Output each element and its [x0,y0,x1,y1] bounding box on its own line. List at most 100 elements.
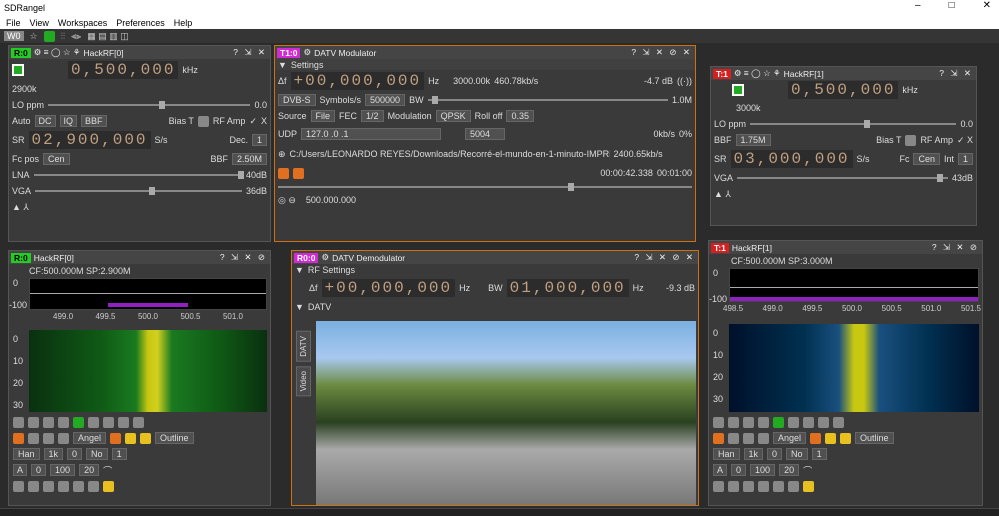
spec0-waterfall[interactable] [29,330,267,412]
range-input[interactable]: 100 [50,464,76,476]
fft-size-select[interactable]: 1k [743,448,764,460]
gear-icon[interactable]: ⚙ [321,252,329,263]
pause-icon[interactable] [713,480,724,492]
ruler-icon[interactable] [773,480,784,492]
minimize-button[interactable]: – [915,0,921,11]
dec-select[interactable]: 1 [251,134,267,146]
dot-icon[interactable] [133,416,144,428]
file-open-icon[interactable]: ⊕ [278,149,286,160]
tx1-frequency[interactable]: 0,500,000 [788,81,899,99]
fft-window-select[interactable]: Han [713,448,740,460]
square-icon[interactable] [758,416,769,428]
modulation-select[interactable]: QPSK [435,110,471,122]
symbols-input[interactable]: 500000 [365,94,406,106]
seek-slider[interactable] [278,183,692,191]
vga-slider[interactable] [35,187,242,195]
antenna-icon[interactable]: ⫶⫶ [61,31,66,42]
outline-select[interactable]: Outline [155,432,194,444]
rfamp-checkbox[interactable]: ✓ [249,116,257,127]
dot-icon[interactable] [818,416,829,428]
spec1-waterfall[interactable] [729,324,979,412]
close-icon[interactable] [743,416,754,428]
tx0-frequency[interactable]: +00,000,000 [290,72,425,90]
standard-select[interactable]: DVB-S [278,94,316,106]
menu-view[interactable]: View [30,18,49,28]
signal-icon[interactable] [43,480,54,492]
avg-count-select[interactable]: 1 [811,448,827,460]
3d-icon[interactable] [840,432,852,444]
add-rx-icon[interactable] [43,30,55,42]
curve-icon[interactable]: ⌒ [103,464,112,477]
start-button[interactable] [12,64,24,76]
udp-ip-input[interactable]: 127.0 .0 .1 [301,128,442,140]
horizontal-scrollbar[interactable] [0,508,999,516]
tx1-fc-select[interactable]: Cen [913,153,940,165]
pause-icon[interactable] [13,480,24,492]
palette-icon[interactable] [58,432,69,444]
fps-select[interactable]: 20 [79,464,100,476]
target-icon[interactable] [758,480,769,492]
settings-icon[interactable]: ⚙ ≡ ◯ ☆ ⚘ [734,68,781,79]
spectrum-icon[interactable]: ▲ ⅄ [12,202,29,213]
maximize-button[interactable]: □ [949,0,955,11]
rx0-frequency[interactable]: 0,500,000 [68,61,179,79]
target-icon[interactable] [58,480,69,492]
antenna-icon[interactable] [788,416,799,428]
window-controls[interactable]: ? ⇲ ✕ ⊘ [932,242,982,253]
outline-select[interactable]: Outline [855,432,894,444]
spectrum-icon[interactable]: ▲ ⅄ [714,189,731,200]
marker-icon[interactable] [788,480,799,492]
window-controls[interactable]: ? ⇲ ✕ [233,47,270,58]
lna-slider[interactable] [33,171,244,179]
tx1-biast-checkbox[interactable] [905,134,917,146]
bbf-button[interactable]: BBF [81,115,107,127]
peak-icon[interactable] [773,416,784,428]
demod-bw[interactable]: 01,000,000 [506,279,629,297]
tx1-bbf-select[interactable]: 1.75M [735,134,771,146]
avg-mode-select[interactable]: No [786,448,808,460]
demod-frequency[interactable]: +00,000,000 [321,279,456,297]
menu-icon[interactable] [103,480,114,492]
gear-icon[interactable]: ⚙ [303,47,311,58]
close-icon[interactable] [43,416,54,428]
tab-video[interactable]: Video [296,365,311,397]
avg-mode-select[interactable]: No [86,448,108,460]
3d-icon[interactable] [140,432,152,444]
position-icon[interactable]: ◎ ⊖ [278,195,296,206]
star-icon[interactable]: ☆ [30,31,38,42]
workspace-badge[interactable]: W0 [4,31,24,41]
lo-slider[interactable] [48,101,251,109]
tx1-sample-rate[interactable]: 03,000,000 [730,150,853,168]
menu-preferences[interactable]: Preferences [116,18,165,28]
menu-help[interactable]: Help [174,18,193,28]
range-input[interactable]: 100 [750,464,776,476]
marker-icon[interactable] [88,480,99,492]
udp-port-input[interactable]: 5004 [465,128,506,140]
peak-icon[interactable] [73,416,84,428]
grid-icon[interactable] [713,416,724,428]
close-button[interactable]: ✕ [983,0,991,11]
tx1-int-select[interactable]: 1 [957,153,973,165]
source-select[interactable]: File [310,110,336,122]
fcpos-select[interactable]: Cen [43,153,70,165]
spec1-display[interactable] [729,268,979,302]
avg-count-select[interactable]: 1 [111,448,127,460]
fps-select[interactable]: 20 [779,464,800,476]
save-icon[interactable] [28,480,39,492]
palette-icon[interactable] [758,432,769,444]
spec0-display[interactable] [29,278,267,310]
pause-icon[interactable] [293,167,304,179]
window-controls[interactable]: ? ⇲ ✕ ⊘ ✕ [631,47,695,58]
triangle-icon[interactable] [728,432,739,444]
auto-scale-button[interactable]: A [713,464,728,476]
circle-icon[interactable] [728,416,739,428]
auto-scale-button[interactable]: A [13,464,28,476]
grid-icon[interactable] [13,416,24,428]
table-icon[interactable] [110,432,122,444]
fft-window-select[interactable]: Han [13,448,40,460]
window-controls[interactable]: ? ⇲ ✕ ⊘ [220,252,270,263]
rx0-sample-rate[interactable]: 02,900,000 [28,131,151,149]
bw-slider[interactable] [427,96,668,104]
avg-input[interactable]: 0 [767,448,783,460]
signal-icon[interactable] [743,480,754,492]
